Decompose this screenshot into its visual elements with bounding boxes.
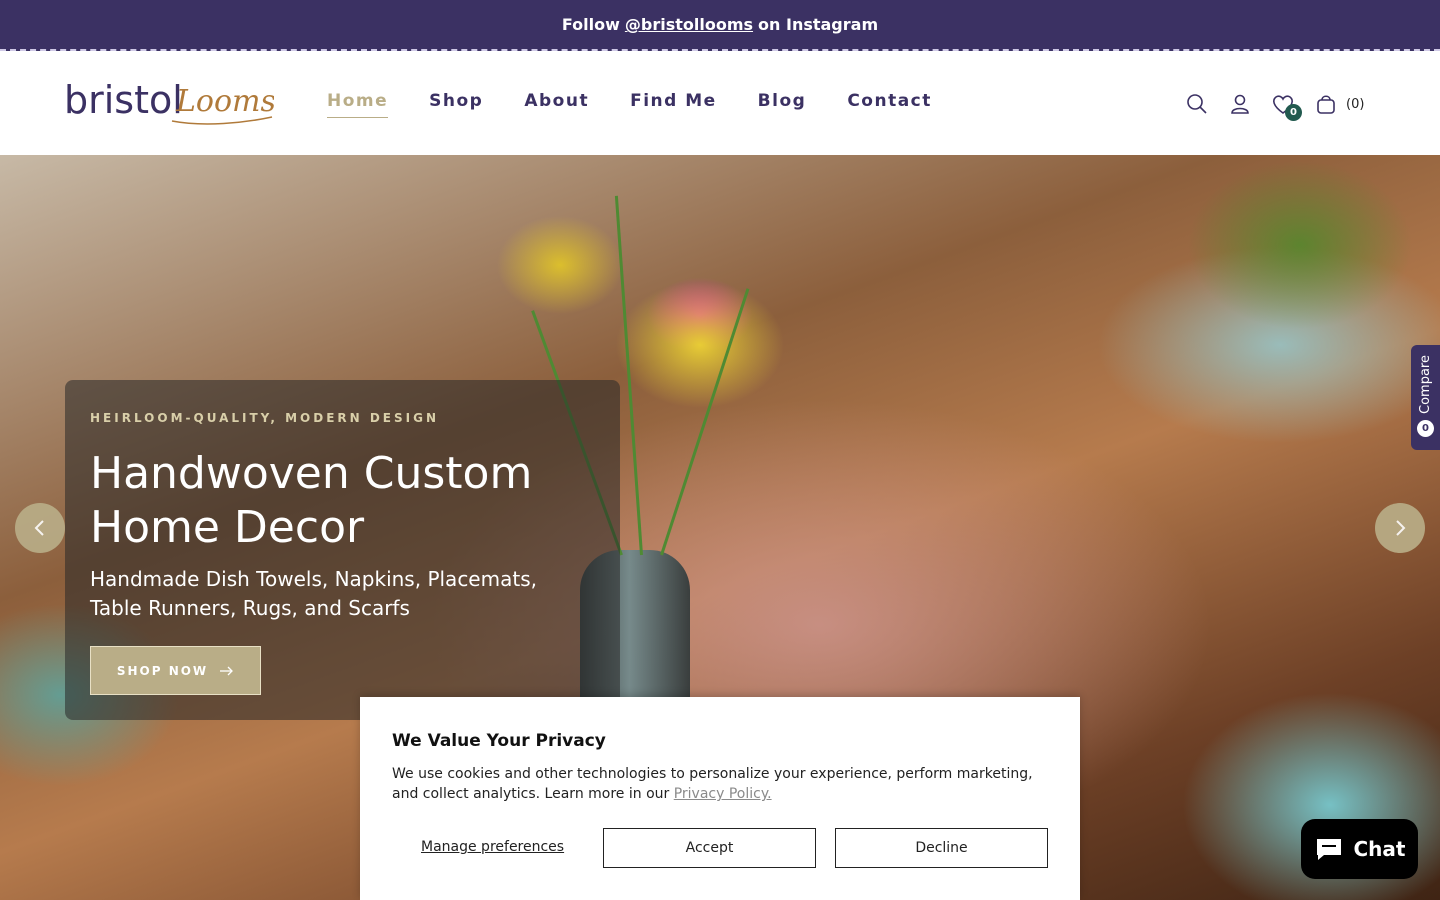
- compare-label: Compare: [1418, 355, 1433, 414]
- hero-eyebrow: HEIRLOOM-QUALITY, MODERN DESIGN: [90, 411, 440, 425]
- chat-label: Chat: [1353, 837, 1406, 861]
- announcement-suffix: on Instagram: [758, 15, 879, 34]
- slider-next-button[interactable]: [1375, 503, 1425, 553]
- cookie-consent-banner: We Value Your Privacy We use cookies and…: [360, 697, 1080, 900]
- decline-button[interactable]: Decline: [835, 828, 1048, 868]
- main-nav: Home Shop About Find Me Blog Contact: [327, 91, 973, 118]
- nav-blog[interactable]: Blog: [758, 91, 807, 118]
- cart-count: (0): [1346, 96, 1365, 112]
- cookie-title: We Value Your Privacy: [392, 731, 606, 751]
- chevron-left-icon: [34, 520, 44, 536]
- search-icon: [1187, 94, 1207, 114]
- hero-title: Handwoven Custom Home Decor: [90, 448, 533, 553]
- nav-shop[interactable]: Shop: [429, 91, 483, 118]
- nav-contact[interactable]: Contact: [847, 91, 932, 118]
- instagram-link[interactable]: @bristollooms: [625, 15, 753, 34]
- manage-preferences-link[interactable]: Manage preferences: [421, 839, 564, 855]
- hero-subtitle: Handmade Dish Towels, Napkins, Placemats…: [90, 567, 537, 620]
- accept-button[interactable]: Accept: [603, 828, 816, 868]
- announcement-bar: Follow @bristollooms on Instagram: [0, 0, 1440, 51]
- account-button[interactable]: [1227, 91, 1253, 117]
- brand-name-part1: bristol: [64, 78, 183, 122]
- privacy-policy-link[interactable]: Privacy Policy.: [674, 786, 772, 802]
- shop-now-button[interactable]: SHOP NOW: [90, 646, 261, 695]
- cart-button[interactable]: [1313, 91, 1339, 117]
- header-tools: 0 (0): [1184, 91, 1365, 121]
- chevron-right-icon: [1396, 520, 1406, 536]
- nav-find-me[interactable]: Find Me: [630, 91, 717, 118]
- wishlist-button[interactable]: 0: [1270, 91, 1302, 121]
- chat-button[interactable]: Chat: [1301, 819, 1418, 879]
- flower-stem: [660, 288, 750, 556]
- compare-tab[interactable]: Compare 0: [1411, 345, 1440, 450]
- arrow-right-icon: [220, 666, 234, 675]
- search-button[interactable]: [1184, 91, 1210, 117]
- wishlist-count-badge: 0: [1285, 104, 1302, 121]
- chat-bubble-icon: [1316, 839, 1341, 860]
- cookie-text: We use cookies and other technologies to…: [392, 764, 1042, 804]
- nav-home[interactable]: Home: [327, 91, 389, 118]
- site-header: bristol Looms Home Shop About Find Me Bl…: [0, 51, 1440, 155]
- brand-logo[interactable]: bristol Looms: [64, 75, 274, 127]
- shop-now-label: SHOP NOW: [116, 663, 209, 678]
- user-icon: [1231, 94, 1249, 114]
- shopping-bag-icon: [1317, 95, 1335, 114]
- brand-name-part2: Looms: [175, 84, 274, 119]
- compare-count: 0: [1417, 419, 1434, 437]
- nav-about[interactable]: About: [524, 91, 589, 118]
- slider-prev-button[interactable]: [15, 503, 65, 553]
- announcement-prefix: Follow: [561, 15, 620, 34]
